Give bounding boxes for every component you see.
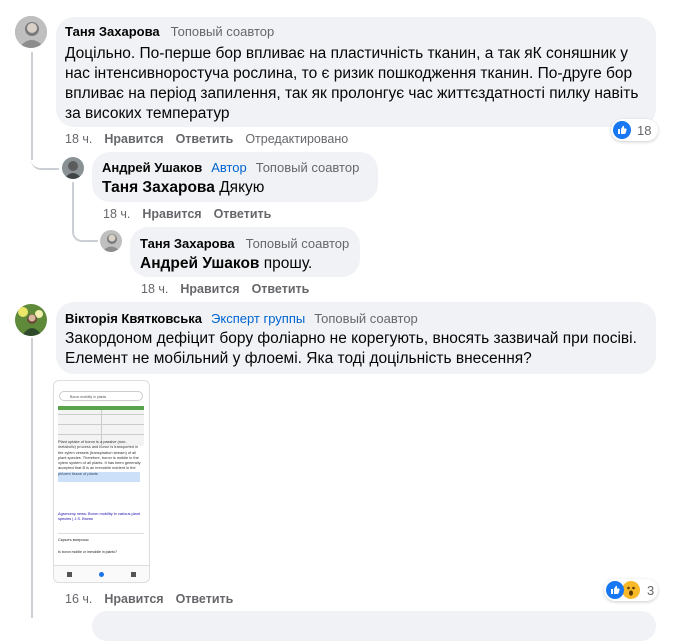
like-button[interactable]: Нравится <box>104 132 163 146</box>
like-button[interactable]: Нравится <box>104 592 163 606</box>
mention-link[interactable]: Таня Захарова <box>102 179 215 196</box>
comment-text: прошу. <box>263 255 313 272</box>
thread-line-reply <box>72 182 74 222</box>
avatar-andrey[interactable] <box>62 157 84 179</box>
badge-top-contributor: Топовый соавтор <box>314 311 418 326</box>
reactions-summary-4[interactable]: 3 <box>604 579 658 601</box>
avatar-viktoria[interactable] <box>15 304 47 336</box>
avatar-tanya[interactable] <box>15 16 47 48</box>
reply-button[interactable]: Ответить <box>252 282 310 296</box>
reaction-count: 18 <box>637 122 652 138</box>
mention-link[interactable]: Андрей Ушаков <box>140 255 259 272</box>
thread-line-bottom <box>31 338 33 618</box>
reaction-count: 3 <box>647 582 655 598</box>
badge-top-contributor: Топовый соавтор <box>170 24 275 39</box>
comment-text: Дякую <box>219 179 265 196</box>
like-reaction-icon <box>606 581 624 599</box>
comment-meta-2: 18 ч. Нравится Ответить <box>103 207 271 221</box>
avatar-tanya-small[interactable] <box>100 230 122 252</box>
comment-text-line: Таня Захарова Дякую <box>102 178 264 198</box>
avatar-viktoria-image <box>15 304 47 336</box>
badge-top-contributor: Топовый соавтор <box>255 160 360 175</box>
comment-meta-4: 16 ч. Нравится Ответить <box>65 592 233 606</box>
reactions-summary-1[interactable]: 18 <box>611 119 658 141</box>
comment-meta-1: 18 ч. Нравится Ответить Отредактировано <box>65 132 348 146</box>
attachment-search-text: Boron mobility in plants <box>70 395 107 399</box>
reply-button[interactable]: Ответить <box>176 592 234 606</box>
avatar-tanya-small-image <box>100 230 122 252</box>
comment-time[interactable]: 18 ч. <box>103 207 130 221</box>
next-comment-bubble <box>92 611 656 641</box>
comment-time[interactable]: 18 ч. <box>65 132 92 146</box>
attachment-link-text: Agronomy news: Boron mobility in various… <box>58 511 140 522</box>
comment-author[interactable]: Таня Захарова <box>140 236 235 251</box>
attachment-bottom-nav <box>54 565 149 582</box>
badge-top-contributor: Топовый соавтор <box>245 236 350 251</box>
comment-text-line: Андрей Ушаков прошу. <box>140 254 312 274</box>
attachment-question-text: Is boron mobile or immobile in plants? <box>58 550 117 554</box>
comment-text: Закордоном дефіцит бору фоліарно не коре… <box>65 330 637 367</box>
bookmark-icon <box>130 571 136 577</box>
attachment-image[interactable]: Boron mobility in plants Plant uptake of… <box>53 380 150 583</box>
like-button[interactable]: Нравится <box>180 282 239 296</box>
comment-meta-3: 18 ч. Нравится Ответить <box>141 282 309 296</box>
comment-author[interactable]: Андрей Ушаков <box>102 160 202 175</box>
attachment-divider <box>58 533 144 534</box>
comment-bubble-1: Таня Захарова Топовый соавтор Доцільно. … <box>56 17 656 127</box>
like-reaction-icon <box>613 121 631 139</box>
attachment-highlight <box>58 472 140 482</box>
attachment-search-bar: Boron mobility in plants <box>59 391 143 401</box>
thread-line-main <box>31 52 33 160</box>
avatar-tanya-image <box>15 16 47 48</box>
comment-author[interactable]: Вікторія Квятковська <box>65 311 202 326</box>
search-icon <box>98 571 104 577</box>
reply-button[interactable]: Ответить <box>176 132 234 146</box>
badge-group-expert: Эксперт группы <box>211 311 306 326</box>
avatar-andrey-image <box>62 157 84 179</box>
attachment-body-text: Plant uptake of boron is a passive (non-… <box>58 439 141 476</box>
comment-bubble-4: Вікторія Квятковська Эксперт группы Топо… <box>56 302 656 374</box>
comment-time[interactable]: 18 ч. <box>141 282 168 296</box>
thread-curve-reply-2 <box>72 222 98 242</box>
attachment-footer-text: Скрыть вопросы <box>58 537 89 542</box>
comment-bubble-2: Андрей Ушаков Автор Топовый соавтор Таня… <box>92 152 378 202</box>
comment-text: Доцільно. По-перше бор впливає на пласти… <box>65 45 639 122</box>
wow-reaction-icon <box>621 580 641 600</box>
like-button[interactable]: Нравится <box>142 207 201 221</box>
comment-bubble-3: Таня Захарова Топовый соавтор Андрей Уша… <box>130 227 360 277</box>
thread-curve-reply-1 <box>31 148 59 170</box>
home-icon <box>67 571 73 577</box>
edited-label: Отредактировано <box>245 132 349 146</box>
badge-author: Автор <box>211 160 247 175</box>
comment-author[interactable]: Таня Захарова <box>65 24 160 39</box>
reply-button[interactable]: Ответить <box>214 207 272 221</box>
comment-time[interactable]: 16 ч. <box>65 592 92 606</box>
